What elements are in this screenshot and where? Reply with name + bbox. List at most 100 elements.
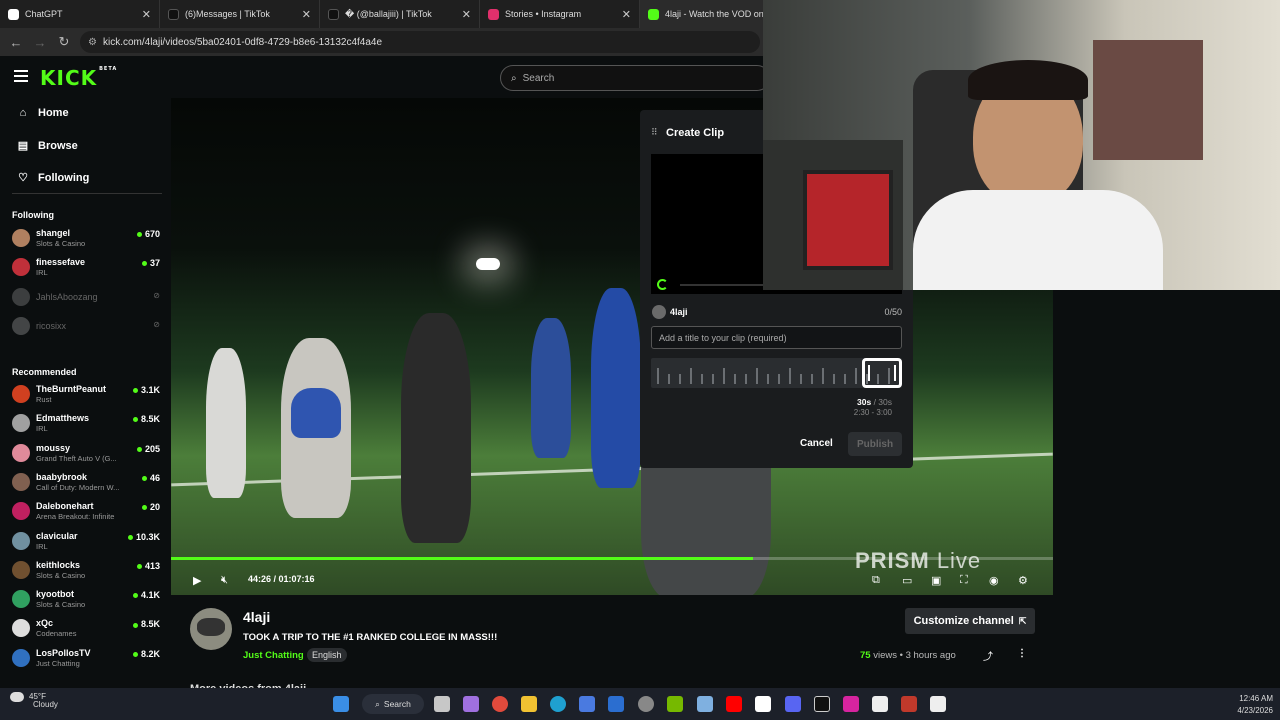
kick-logo[interactable]: KICK BETA [40, 66, 117, 90]
tab-instagram[interactable]: Stories • Instagram ✕ [480, 0, 640, 28]
app-icon[interactable] [638, 696, 654, 712]
sidebar-channel[interactable]: clavicular IRL 10.3K [12, 529, 160, 553]
settings-icon[interactable]: ⚙ [1018, 574, 1028, 587]
sidebar-channel[interactable]: xQc Codenames 8.5K [12, 616, 160, 640]
sidebar-channel[interactable]: keithlocks Slots & Casino 413 [12, 558, 160, 582]
clip-range-handle[interactable] [862, 358, 902, 388]
avatar-shape [197, 618, 225, 636]
youtube-icon[interactable] [726, 696, 742, 712]
sidebar-channel[interactable]: finessefave IRL 37 [12, 255, 160, 279]
kick-icon [648, 8, 659, 20]
mail-icon[interactable] [608, 696, 624, 712]
theater-icon[interactable]: ▭ [902, 574, 912, 587]
sidebar-channel[interactable]: moussy Grand Theft Auto V (G... 205 [12, 441, 160, 465]
sidebar-channel[interactable]: Dalebonehart Arena Breakout: Infinite 20 [12, 499, 160, 523]
file-explorer-icon[interactable] [521, 696, 537, 712]
channel-name: Edmatthews [36, 413, 90, 424]
sidebar-item-following[interactable]: ♡ Following [16, 171, 90, 185]
reload-icon[interactable]: ↻ [52, 34, 76, 50]
taskbar-search[interactable]: ⌕ Search [362, 694, 424, 714]
sidebar-item-home[interactable]: ⌂ Home [16, 107, 69, 119]
channel-category: Slots & Casino [36, 570, 86, 580]
sidebar-channel[interactable]: LosPollosTV Just Chatting 8.2K [12, 646, 160, 670]
play-icon[interactable]: ▶ [193, 574, 201, 587]
close-icon[interactable]: ✕ [302, 8, 311, 21]
miniplayer-icon[interactable]: ▣ [931, 574, 941, 587]
timeline-tick [690, 368, 692, 384]
publish-button[interactable]: Publish [848, 432, 902, 456]
channel-name: Dalebonehart [36, 501, 94, 512]
capcut-icon[interactable] [872, 696, 888, 712]
url-field[interactable]: ⚙ kick.com/4laji/videos/5ba02401-0df8-472… [80, 31, 760, 53]
sidebar-item-label: Following [38, 171, 90, 184]
sidebar-channel[interactable]: shangel Slots & Casino 670 [12, 226, 160, 250]
timeline-tick [822, 368, 824, 384]
chrome-icon[interactable] [492, 696, 508, 712]
sidebar-channel[interactable]: baabybrook Call of Duty: Modern W... 46 [12, 470, 160, 494]
app-icon[interactable] [901, 696, 917, 712]
category-link[interactable]: Just Chatting [243, 650, 304, 661]
channel-avatar[interactable] [190, 608, 232, 650]
channel-name[interactable]: 4laji [243, 609, 270, 625]
mute-icon[interactable]: 🔇︎ [221, 574, 228, 587]
customize-channel-button[interactable]: Customize channel ⇱ [905, 608, 1035, 634]
drag-handle-icon[interactable]: ⠿ [651, 127, 658, 138]
instagram-icon[interactable] [843, 696, 859, 712]
sidebar-channel[interactable]: Edmatthews IRL 8.5K [12, 411, 160, 435]
clip-icon[interactable]: ⧉ [872, 574, 880, 587]
share-icon[interactable]: ⤴ [983, 648, 993, 663]
menu-icon[interactable] [14, 70, 28, 85]
back-icon[interactable]: ← [4, 35, 28, 50]
task-view-icon[interactable] [434, 696, 450, 712]
weather-widget[interactable]: 45°F Cloudy [10, 692, 58, 709]
capcut-icon[interactable] [930, 696, 946, 712]
windows-start-icon[interactable] [333, 696, 349, 712]
timeline-tick [701, 374, 703, 384]
sidebar-channel[interactable]: kyootbot Slots & Casino 4.1K [12, 587, 160, 611]
close-icon[interactable]: ✕ [622, 8, 631, 21]
clip-title-input[interactable] [651, 326, 902, 349]
tab-tiktok-profile[interactable]: � (@ballajiii) | TikTok ✕ [320, 0, 480, 28]
avatar [12, 385, 30, 403]
timeline-tick [789, 368, 791, 384]
search-placeholder: Search [522, 72, 555, 84]
system-clock[interactable]: 12:46 AM 4/23/2026 [1205, 693, 1273, 717]
sidebar-channel[interactable]: ricosixx ⊘ [12, 314, 160, 338]
recommended-heading: Recommended [12, 367, 77, 377]
discord-icon[interactable] [785, 696, 801, 712]
more-options-icon[interactable]: ⋮ [1017, 648, 1027, 659]
timeline-tick [778, 374, 780, 384]
amazon-icon[interactable] [755, 696, 771, 712]
dialog-title: Create Clip [666, 127, 725, 139]
channel-category: Grand Theft Auto V (G... [36, 453, 117, 463]
viewer-count: 8.2K [133, 649, 160, 659]
offline-icon: ⊘ [153, 290, 160, 300]
tab-chatgpt[interactable]: ChatGPT ✕ [0, 0, 160, 28]
external-link-icon: ⇱ [1018, 615, 1027, 626]
site-info-icon[interactable]: ⚙ [88, 37, 97, 48]
close-icon[interactable]: ✕ [142, 8, 151, 21]
search-icon: ⌕ [511, 72, 517, 84]
x-icon[interactable] [814, 696, 830, 712]
edge-icon[interactable] [550, 696, 566, 712]
sidebar-channel[interactable]: JahlsAboozang ⊘ [12, 285, 160, 309]
close-icon[interactable]: ✕ [462, 8, 471, 21]
divider [12, 193, 162, 194]
cancel-button[interactable]: Cancel [800, 438, 833, 449]
viewer-count: 37 [142, 258, 160, 268]
copilot-icon[interactable] [463, 696, 479, 712]
channel-category: Slots & Casino [36, 600, 86, 610]
store-icon[interactable] [579, 696, 595, 712]
avatar [12, 287, 30, 306]
app-icon[interactable] [697, 696, 713, 712]
fullscreen-icon[interactable]: ⛶ [960, 574, 968, 587]
forward-icon[interactable]: → [28, 35, 52, 50]
sidebar-channel[interactable]: TheBurntPeanut Rust 3.1K [12, 382, 160, 406]
language-tag[interactable]: English [307, 648, 347, 662]
sidebar-item-browse[interactable]: ▤ Browse [16, 139, 78, 153]
tab-tiktok-messages[interactable]: (6)Messages | TikTok ✕ [160, 0, 320, 28]
sidebar: ⌂ Home ▤ Browse ♡ Following Following shang… [0, 98, 170, 688]
search-input[interactable]: ⌕ Search [500, 65, 770, 91]
speed-icon[interactable]: ◉ [989, 574, 999, 587]
nvidia-icon[interactable] [667, 696, 683, 712]
